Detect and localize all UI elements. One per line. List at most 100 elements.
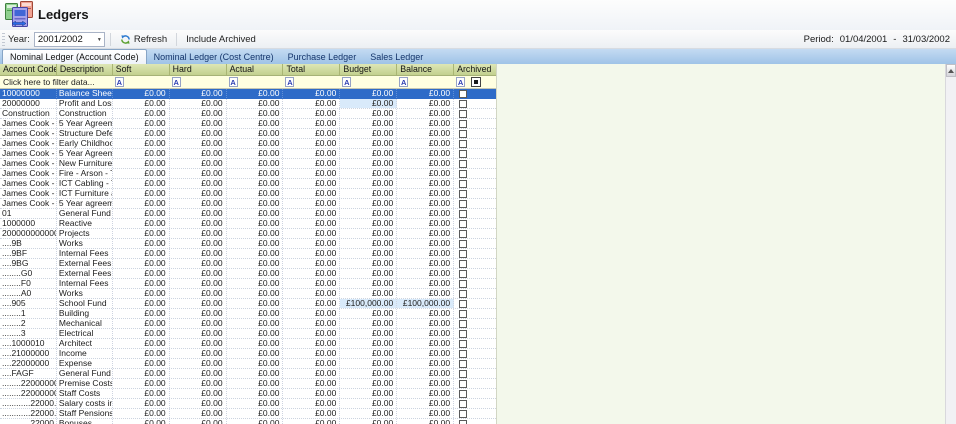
grid-row[interactable]: James Cook - 2...Structure Defect...£0.0… (0, 129, 496, 139)
filter-cell: A (340, 77, 397, 87)
grid-row[interactable]: 10000000Balance Sheet£0.00£0.00£0.00£0.0… (0, 89, 496, 99)
archived-checkbox[interactable] (459, 130, 467, 138)
grid-row[interactable]: ............22000...Salary costs incl...… (0, 399, 496, 409)
vertical-scrollbar[interactable] (945, 64, 956, 424)
tab-sales-ledger[interactable]: Sales Ledger (363, 50, 430, 64)
archived-checkbox[interactable] (459, 250, 467, 258)
column-header-archived[interactable]: Archived (454, 64, 496, 75)
grid-row[interactable]: James Cook - 2...ICT Furniture an...£0.0… (0, 189, 496, 199)
grid-row[interactable]: ............22000...Bonuses£0.00£0.00£0.… (0, 419, 496, 424)
tab-nominal-ledger-cost-centre[interactable]: Nominal Ledger (Cost Centre) (147, 50, 281, 64)
grid-row[interactable]: 2000000000000...Projects£0.00£0.00£0.00£… (0, 229, 496, 239)
filter-type-icon[interactable]: A (456, 77, 465, 87)
refresh-button[interactable]: Refresh (116, 31, 171, 48)
column-header-hard[interactable]: Hard (170, 64, 227, 75)
archived-checkbox[interactable] (459, 270, 467, 278)
archived-checkbox[interactable] (459, 330, 467, 338)
grid-row[interactable]: James Cook - 2...ICT Cabling - Ty...£0.0… (0, 179, 496, 189)
archived-checkbox[interactable] (459, 220, 467, 228)
archived-checkbox[interactable] (459, 420, 467, 424)
archived-checkbox[interactable] (459, 320, 467, 328)
filter-prompt[interactable]: Click here to filter data... (0, 77, 113, 87)
archived-checkbox[interactable] (459, 200, 467, 208)
archived-checkbox[interactable] (459, 110, 467, 118)
column-header-balance[interactable]: Balance (397, 64, 454, 75)
archived-checkbox[interactable] (459, 90, 467, 98)
archived-checkbox[interactable] (459, 390, 467, 398)
grid-row[interactable]: James Cook - 2...5 Year Agreeme...£0.00£… (0, 119, 496, 129)
column-header-soft[interactable]: Soft (113, 64, 170, 75)
grid-row[interactable]: James Cook - 2...Fire - Arson - Ty...£0.… (0, 169, 496, 179)
grid-row[interactable]: James Cook - 2...New Furniture a...£0.00… (0, 159, 496, 169)
archived-checkbox[interactable] (459, 370, 467, 378)
grid-row[interactable]: ....9BGExternal Fees£0.00£0.00£0.00£0.00… (0, 259, 496, 269)
tab-nominal-ledger-account-code[interactable]: Nominal Ledger (Account Code) (2, 49, 147, 64)
grid-row[interactable]: ConstructionConstruction£0.00£0.00£0.00£… (0, 109, 496, 119)
grid-row[interactable]: ........F0Internal Fees£0.00£0.00£0.00£0… (0, 279, 496, 289)
filter-type-icon[interactable]: A (399, 77, 408, 87)
grid-row[interactable]: ........2Mechanical£0.00£0.00£0.00£0.00£… (0, 319, 496, 329)
grid-row[interactable]: ........3Electrical£0.00£0.00£0.00£0.00£… (0, 329, 496, 339)
archived-checkbox[interactable] (459, 400, 467, 408)
archived-checkbox[interactable] (459, 140, 467, 148)
archived-checkbox[interactable] (459, 100, 467, 108)
filter-type-icon[interactable]: A (172, 77, 181, 87)
archived-checkbox[interactable] (459, 190, 467, 198)
column-header-total[interactable]: Total (283, 64, 340, 75)
grid-row[interactable]: ....21000000Income£0.00£0.00£0.00£0.00£0… (0, 349, 496, 359)
description-cell: Projects (57, 229, 113, 238)
column-header-budget[interactable]: Budget (340, 64, 397, 75)
filter-type-icon[interactable]: A (285, 77, 294, 87)
archived-checkbox[interactable] (459, 260, 467, 268)
grid-row[interactable]: ....FAGFGeneral Fund£0.00£0.00£0.00£0.00… (0, 369, 496, 379)
grid-row[interactable]: 1000000Reactive£0.00£0.00£0.00£0.00£0.00… (0, 219, 496, 229)
year-dropdown[interactable]: 2001/2002 ▼ (34, 32, 105, 47)
grid-row[interactable]: 20000000Profit and Loss£0.00£0.00£0.00£0… (0, 99, 496, 109)
archived-checkbox[interactable] (459, 240, 467, 248)
scroll-up-button[interactable] (946, 64, 956, 77)
grid-row[interactable]: ....905School Fund£0.00£0.00£0.00£0.00£1… (0, 299, 496, 309)
column-header-description[interactable]: Description (57, 64, 113, 75)
archived-filter-checkbox[interactable] (471, 77, 481, 87)
archived-checkbox[interactable] (459, 210, 467, 218)
filter-type-icon[interactable]: A (342, 77, 351, 87)
grid-row[interactable]: 01General Fund£0.00£0.00£0.00£0.00£0.00£… (0, 209, 496, 219)
archived-checkbox[interactable] (459, 310, 467, 318)
chevron-down-icon[interactable]: ▼ (97, 37, 102, 43)
archived-checkbox[interactable] (459, 160, 467, 168)
archived-checkbox[interactable] (459, 230, 467, 238)
grid-row[interactable]: ....22000000Expense£0.00£0.00£0.00£0.00£… (0, 359, 496, 369)
grid-row[interactable]: ........22000000...Staff Costs£0.00£0.00… (0, 389, 496, 399)
grid-row[interactable]: ........22000000...Premise Costs£0.00£0.… (0, 379, 496, 389)
grid-row[interactable]: ........1Building£0.00£0.00£0.00£0.00£0.… (0, 309, 496, 319)
archived-checkbox[interactable] (459, 300, 467, 308)
grid-row[interactable]: ....1000010Architect£0.00£0.00£0.00£0.00… (0, 339, 496, 349)
archived-checkbox[interactable] (459, 360, 467, 368)
archived-checkbox[interactable] (459, 350, 467, 358)
archived-checkbox[interactable] (459, 150, 467, 158)
archived-checkbox[interactable] (459, 170, 467, 178)
grid-row[interactable]: ....9BWorks£0.00£0.00£0.00£0.00£0.00£0.0… (0, 239, 496, 249)
grid-row[interactable]: ........A0Works£0.00£0.00£0.00£0.00£0.00… (0, 289, 496, 299)
grid-row[interactable]: ............22000...Staff Pensions£0.00£… (0, 409, 496, 419)
archived-checkbox[interactable] (459, 280, 467, 288)
grid-row[interactable]: James Cook - 2...Early Childhood...£0.00… (0, 139, 496, 149)
toolbar-grip[interactable] (2, 33, 5, 46)
archived-checkbox[interactable] (459, 380, 467, 388)
grid-row[interactable]: ....9BFInternal Fees£0.00£0.00£0.00£0.00… (0, 249, 496, 259)
include-archived-button[interactable]: Include Archived (182, 31, 260, 48)
tab-purchase-ledger[interactable]: Purchase Ledger (281, 50, 364, 64)
grid-row[interactable]: James Cook - 2...5 Year Agreeme...£0.00£… (0, 149, 496, 159)
amount-cell: £0.00 (170, 139, 227, 148)
grid-row[interactable]: James Cook - 2...5 Year agreeme...£0.00£… (0, 199, 496, 209)
filter-type-icon[interactable]: A (115, 77, 124, 87)
archived-checkbox[interactable] (459, 410, 467, 418)
archived-checkbox[interactable] (459, 340, 467, 348)
archived-checkbox[interactable] (459, 120, 467, 128)
archived-checkbox[interactable] (459, 180, 467, 188)
column-header-actual[interactable]: Actual (227, 64, 284, 75)
grid-row[interactable]: ........G0External Fees£0.00£0.00£0.00£0… (0, 269, 496, 279)
filter-type-icon[interactable]: A (229, 77, 238, 87)
column-header-account-code[interactable]: Account Code (0, 64, 57, 75)
archived-checkbox[interactable] (459, 290, 467, 298)
